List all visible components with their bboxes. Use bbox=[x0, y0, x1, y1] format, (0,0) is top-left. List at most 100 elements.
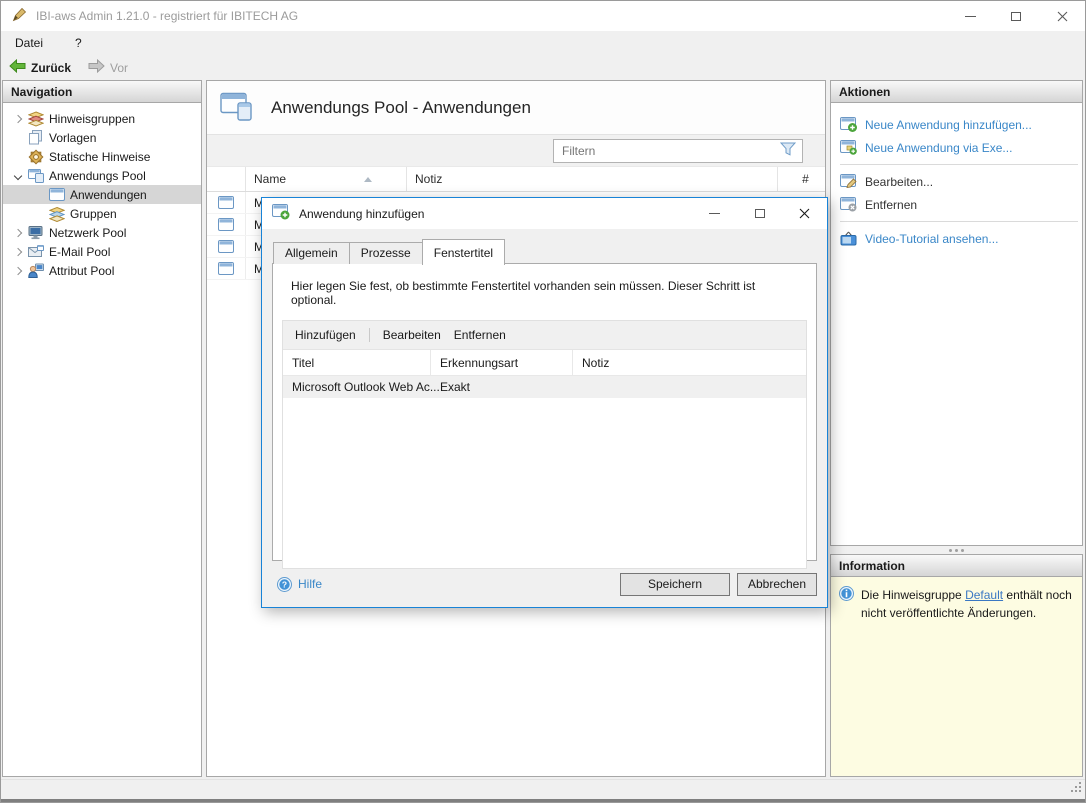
dialog-titlebar: Anwendung hinzufügen bbox=[262, 198, 827, 229]
action-new-application[interactable]: Neue Anwendung hinzufügen... bbox=[831, 113, 1082, 136]
information-panel: Information Die Hinweisgruppe Default en… bbox=[830, 554, 1083, 777]
expander[interactable] bbox=[9, 116, 27, 122]
action-remove[interactable]: Entfernen bbox=[831, 193, 1082, 216]
tab-page-fenstertitel: Hier legen Sie fest, ob bestimmte Fenste… bbox=[272, 263, 817, 561]
tab-allgemein[interactable]: Allgemein bbox=[273, 242, 350, 264]
close-button[interactable] bbox=[1039, 1, 1085, 31]
action-new-application-via-exe[interactable]: Neue Anwendung via Exe... bbox=[831, 136, 1082, 159]
expander[interactable] bbox=[9, 230, 27, 236]
default-group-link[interactable]: Default bbox=[965, 588, 1003, 602]
tab-fenstertitel[interactable]: Fenstertitel bbox=[422, 239, 505, 265]
nav-item-gruppen[interactable]: Gruppen bbox=[3, 204, 201, 223]
column-notiz[interactable]: Notiz bbox=[407, 167, 778, 191]
minimize-icon bbox=[965, 16, 976, 17]
minimize-button[interactable] bbox=[947, 1, 993, 31]
titles-table-header: Titel Erkennungsart Notiz bbox=[283, 350, 806, 376]
help-icon: ? bbox=[277, 577, 292, 592]
dialog-minimize-button[interactable] bbox=[692, 198, 737, 229]
window-icon bbox=[218, 218, 234, 231]
documents-icon bbox=[27, 130, 44, 145]
back-button[interactable]: Zurück bbox=[31, 61, 71, 75]
action-video-tutorial[interactable]: Video-Tutorial ansehen... bbox=[831, 227, 1082, 250]
listview-toolbar: Hinzufügen Bearbeiten Entfernen bbox=[283, 321, 806, 350]
actions-separator bbox=[840, 221, 1078, 222]
maximize-icon bbox=[755, 209, 765, 218]
action-edit[interactable]: Bearbeiten... bbox=[831, 170, 1082, 193]
information-body: Die Hinweisgruppe Default enthält noch n… bbox=[831, 577, 1082, 776]
window-bottom-frame bbox=[1, 799, 1085, 802]
app-icon bbox=[11, 7, 27, 26]
nav-item-anwendungs-pool[interactable]: Anwendungs Pool bbox=[3, 166, 201, 185]
maximize-button[interactable] bbox=[993, 1, 1039, 31]
dialog-close-button[interactable] bbox=[782, 198, 827, 229]
window-icon bbox=[218, 196, 234, 209]
menu-help[interactable]: ? bbox=[75, 36, 82, 50]
nav-item-hinweisgruppen[interactable]: Hinweisgruppen bbox=[3, 109, 201, 128]
actions-separator bbox=[840, 164, 1078, 165]
forward-button[interactable]: Vor bbox=[110, 61, 128, 75]
column-name[interactable]: Name bbox=[246, 167, 407, 191]
chevron-right-icon bbox=[14, 114, 22, 122]
window-icon bbox=[218, 240, 234, 253]
network-monitor-icon bbox=[27, 225, 44, 240]
tab-prozesse[interactable]: Prozesse bbox=[349, 242, 423, 264]
windows-stack-icon bbox=[27, 169, 44, 183]
dialog-tabs: Allgemein Prozesse Fenstertitel bbox=[262, 238, 827, 264]
column-erkennungsart[interactable]: Erkennungsart bbox=[431, 350, 573, 375]
add-title-button[interactable]: Hinzufügen bbox=[295, 328, 356, 342]
help-link[interactable]: ? Hilfe bbox=[277, 577, 322, 592]
dialog-maximize-button[interactable] bbox=[737, 198, 782, 229]
information-text: Die Hinweisgruppe Default enthält noch n… bbox=[861, 586, 1074, 622]
edit-title-button[interactable]: Bearbeiten bbox=[383, 328, 441, 342]
panel-splitter[interactable] bbox=[830, 546, 1083, 554]
user-at-computer-icon bbox=[27, 263, 44, 278]
filter-input[interactable] bbox=[562, 144, 780, 158]
nav-item-email-pool[interactable]: E-Mail Pool bbox=[3, 242, 201, 261]
window-icon bbox=[48, 188, 65, 201]
expander[interactable] bbox=[9, 249, 27, 255]
nav-item-attribut-pool[interactable]: Attribut Pool bbox=[3, 261, 201, 280]
title-row[interactable]: Microsoft Outlook Web Ac... Exakt bbox=[283, 376, 806, 398]
window-icon bbox=[218, 262, 234, 275]
titlebar: IBI-aws Admin 1.21.0 - registriert für I… bbox=[1, 1, 1085, 31]
nav-item-anwendungen[interactable]: Anwendungen bbox=[3, 185, 201, 204]
page-windows-icon bbox=[220, 91, 256, 125]
status-bar bbox=[1, 779, 1085, 799]
dialog-description: Hier legen Sie fest, ob bestimmte Fenste… bbox=[291, 279, 798, 307]
resize-grip-icon[interactable] bbox=[1070, 781, 1082, 796]
nav-item-statische-hinweise[interactable]: Statische Hinweise bbox=[3, 147, 201, 166]
information-panel-header: Information bbox=[831, 555, 1082, 577]
add-application-dialog: Anwendung hinzufügen Allgemein Prozesse … bbox=[261, 197, 828, 608]
filter-box bbox=[553, 139, 803, 163]
expander[interactable] bbox=[9, 173, 27, 179]
edit-icon bbox=[840, 174, 857, 189]
sort-ascending-icon bbox=[364, 177, 372, 182]
column-count[interactable]: # bbox=[778, 167, 825, 191]
nav-item-vorlagen[interactable]: Vorlagen bbox=[3, 128, 201, 147]
remove-title-button[interactable]: Entfernen bbox=[454, 328, 506, 342]
nav-item-netzwerk-pool[interactable]: Netzwerk Pool bbox=[3, 223, 201, 242]
menubar: Datei ? bbox=[1, 31, 1085, 55]
expander[interactable] bbox=[9, 268, 27, 274]
actions-list: Neue Anwendung hinzufügen... Neue Anwend… bbox=[831, 103, 1082, 250]
column-titel[interactable]: Titel bbox=[283, 350, 431, 375]
save-button[interactable]: Speichern bbox=[620, 573, 730, 596]
window-controls bbox=[947, 1, 1085, 31]
cancel-button[interactable]: Abbrechen bbox=[737, 573, 817, 596]
chevron-right-icon bbox=[14, 266, 22, 274]
column-icon[interactable] bbox=[207, 167, 246, 191]
new-application-icon bbox=[840, 117, 857, 132]
maximize-icon bbox=[1011, 12, 1021, 21]
gear-icon bbox=[27, 149, 44, 165]
column-notiz[interactable]: Notiz bbox=[573, 350, 806, 375]
menu-datei[interactable]: Datei bbox=[15, 36, 43, 50]
actions-panel: Aktionen Neue Anwendung hinzufügen... Ne… bbox=[830, 80, 1083, 546]
window-titles-listview: Hinzufügen Bearbeiten Entfernen Titel Er… bbox=[282, 320, 807, 569]
navigation-panel: Navigation Hinweisgruppen Vorlagen bbox=[2, 80, 202, 777]
chevron-down-icon bbox=[14, 171, 22, 179]
navigation-tree: Hinweisgruppen Vorlagen Statische Hinwei… bbox=[3, 103, 201, 280]
filter-funnel-icon[interactable] bbox=[780, 142, 796, 159]
info-icon bbox=[839, 586, 854, 604]
history-toolbar: Zurück Vor bbox=[1, 55, 1085, 80]
content-header: Anwendungs Pool - Anwendungen bbox=[207, 81, 825, 134]
